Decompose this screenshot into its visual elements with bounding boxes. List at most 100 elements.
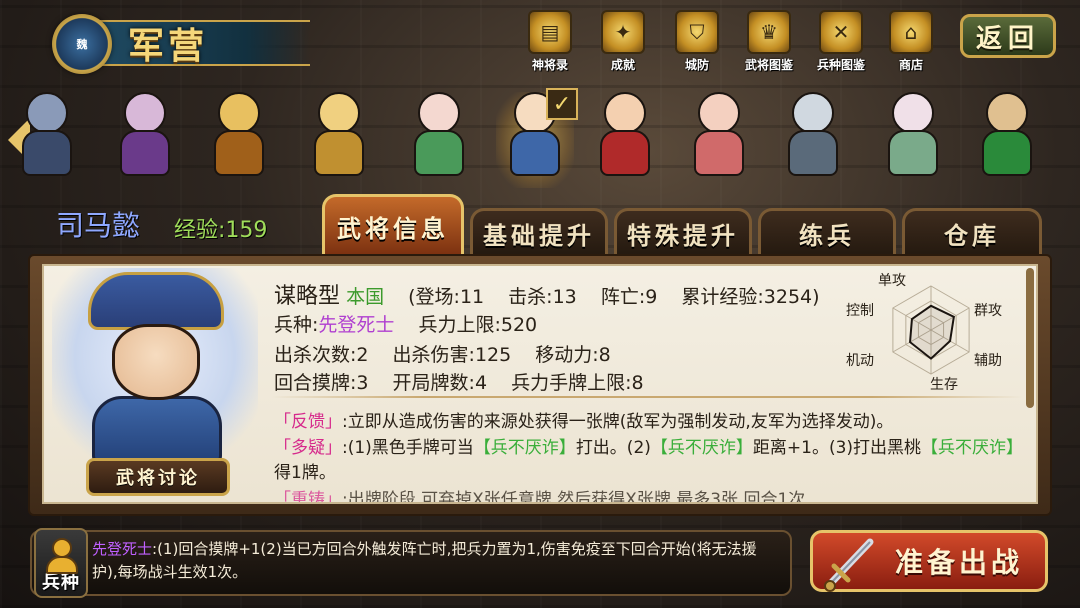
hero-body-icon — [120, 130, 170, 176]
unit-name: 先登死士 — [318, 314, 395, 336]
portrait-robe — [92, 396, 222, 464]
radar-label-control: 控制 — [846, 303, 874, 319]
hero-name: 司马懿 — [56, 209, 141, 242]
hero-head-icon — [604, 92, 646, 134]
hero-card[interactable] — [586, 92, 664, 188]
soldier-icon: ✕ — [819, 10, 863, 54]
hero-body-icon — [600, 130, 650, 176]
hero-card[interactable] — [968, 92, 1046, 188]
radar-label-mobility: 机动 — [846, 353, 874, 369]
tab-warehouse[interactable]: 仓库 — [902, 208, 1042, 256]
hero-card[interactable] — [106, 92, 184, 188]
hero-body-icon — [22, 130, 72, 176]
opening-hand: 开局牌数:4 — [392, 372, 488, 394]
keyword-3[interactable]: 【兵不厌诈】 — [921, 438, 1023, 458]
hero-card[interactable] — [680, 92, 758, 188]
skill-third-name[interactable]: 「重铸」 — [274, 490, 342, 502]
hero-head-icon — [698, 92, 740, 134]
menu-label: 成就 — [610, 58, 635, 72]
stats-row-1: 谋略型 本国 (登场:11 击杀:13 阵亡:9 累计经验:3254) — [274, 278, 820, 310]
hero-discussion-button[interactable]: 武将讨论 — [86, 458, 230, 496]
hero-body-icon — [314, 130, 364, 176]
hero-card[interactable] — [200, 92, 278, 188]
portrait-crown — [88, 272, 224, 330]
stats-row-3: 出杀次数:2 出杀伤害:125 移动力:8 — [274, 340, 611, 367]
faction-badge-text: 魏 — [76, 38, 88, 51]
menu-shop[interactable]: ⌂ 商店 — [882, 10, 940, 80]
menu-soldier[interactable]: ✕ 兵种图鉴 — [812, 10, 870, 80]
bottom-unit-desc: :(1)回合摸牌+1(2)当已方回合外触发阵亡时,把兵力置为1,伤害免疫至下回合… — [92, 540, 757, 581]
helmet-icon: ♛ — [747, 10, 791, 54]
skill-third: 「重铸」:出牌阶段,可弃掉X张任意牌,然后获得X张牌,最多3张,回合1次 — [274, 488, 1026, 502]
attack-damage: 出杀伤害:125 — [392, 344, 512, 366]
radar-label-support: 辅助 — [974, 353, 1002, 369]
hero-body-icon — [694, 130, 744, 176]
hero-card[interactable] — [874, 92, 952, 188]
menu-helmet[interactable]: ♛ 武将图鉴 — [740, 10, 798, 80]
kills: 击杀:13 — [508, 286, 577, 308]
hero-head-icon — [986, 92, 1028, 134]
tab-training[interactable]: 练兵 — [758, 208, 896, 256]
hero-card[interactable] — [300, 92, 378, 188]
skill-duoyi-desc-3: 距离+1。(3)打出黑桃 — [752, 438, 922, 458]
hero-card[interactable] — [8, 92, 86, 188]
unit-label: 兵种: — [274, 314, 319, 336]
mobility: 移动力:8 — [535, 344, 611, 366]
hero-exp: 经验:159 — [174, 218, 268, 243]
menu-label: 武将图鉴 — [744, 58, 793, 72]
return-button[interactable]: 返回 — [960, 14, 1056, 58]
skill-fankui-name[interactable]: 「反馈」 — [274, 412, 342, 432]
hero-card[interactable] — [774, 92, 852, 188]
bottom-unit-name: 先登死士 — [92, 540, 153, 558]
unit-type-icon[interactable]: 兵种 — [34, 528, 88, 598]
skill-fankui: 「反馈」:立即从造成伤害的来源处获得一张牌(敌军为强制发动,友军为选择发动)。 — [274, 410, 1026, 435]
tab-basic-upgrade[interactable]: 基础提升 — [470, 208, 608, 256]
skill-duoyi-name[interactable]: 「多疑」 — [274, 438, 342, 458]
tab-special-upgrade[interactable]: 特殊提升 — [614, 208, 752, 256]
hero-nation: 本国 — [346, 286, 385, 308]
hero-body-icon — [888, 130, 938, 176]
skill-fankui-desc: :立即从造成伤害的来源处获得一张牌(敌军为强制发动,友军为选择发动)。 — [342, 412, 894, 432]
hero-body-icon — [982, 130, 1032, 176]
hero-head-icon — [892, 92, 934, 134]
hero-body-icon — [788, 130, 838, 176]
menu-medal[interactable]: ✦ 成就 — [594, 10, 652, 80]
faction-badge-icon: 魏 — [52, 14, 112, 74]
tab-hero-info[interactable]: 武将信息 — [322, 194, 464, 256]
shop-icon: ⌂ — [889, 10, 933, 54]
radar-label-survival: 生存 — [930, 377, 958, 393]
person-icon — [52, 538, 72, 558]
person-body-icon — [46, 556, 78, 574]
menu-shield[interactable]: ⛉ 城防 — [668, 10, 726, 80]
unit-description: 先登死士:(1)回合摸牌+1(2)当已方回合外触发阵亡时,把兵力置为1,伤害免疫… — [92, 538, 782, 584]
keyword-2[interactable]: 【兵不厌诈】 — [651, 438, 753, 458]
divider — [272, 396, 1022, 398]
hero-body-icon — [414, 130, 464, 176]
hero-head-icon — [218, 92, 260, 134]
menu-label: 城防 — [684, 58, 709, 72]
troop-limit: 兵力上限:520 — [418, 314, 538, 336]
menu-label: 商店 — [898, 58, 923, 72]
shield-icon: ⛉ — [675, 10, 719, 54]
skill-duoyi-desc-2: 打出。(2) — [575, 438, 651, 458]
skill-duoyi: 「多疑」:(1)黑色手牌可当【兵不厌诈】打出。(2)【兵不厌诈】距离+1。(3)… — [274, 436, 1026, 486]
stats-row-4: 回合摸牌:3 开局牌数:4 兵力手牌上限:8 — [274, 368, 644, 395]
skill-third-desc: :出牌阶段,可弃掉X张任意牌,然后获得X张牌,最多3张,回合1次 — [342, 490, 806, 502]
radar-label-single-attack: 单攻 — [878, 273, 906, 289]
hand-limit: 兵力手牌上限:8 — [511, 372, 644, 394]
menu-label: 兵种图鉴 — [816, 58, 865, 72]
radar-label-group-attack: 群攻 — [974, 303, 1002, 319]
hero-head-icon — [26, 92, 68, 134]
portrait-face — [112, 324, 200, 400]
skill-duoyi-desc-4: 得1牌。 — [274, 463, 336, 483]
menu-book[interactable]: ▤ 神将录 — [521, 10, 579, 80]
hero-head-icon — [318, 92, 360, 134]
keyword-1[interactable]: 【兵不厌诈】 — [474, 438, 576, 458]
title-bar: 军营 — [100, 20, 310, 67]
hero-head-icon — [124, 92, 166, 134]
panel-scrollbar[interactable] — [1026, 268, 1034, 408]
attack-count: 出杀次数:2 — [274, 344, 369, 366]
total-exp: 累计经验:3254) — [681, 286, 820, 308]
deaths: 阵亡:9 — [600, 286, 658, 308]
hero-card[interactable] — [400, 92, 478, 188]
